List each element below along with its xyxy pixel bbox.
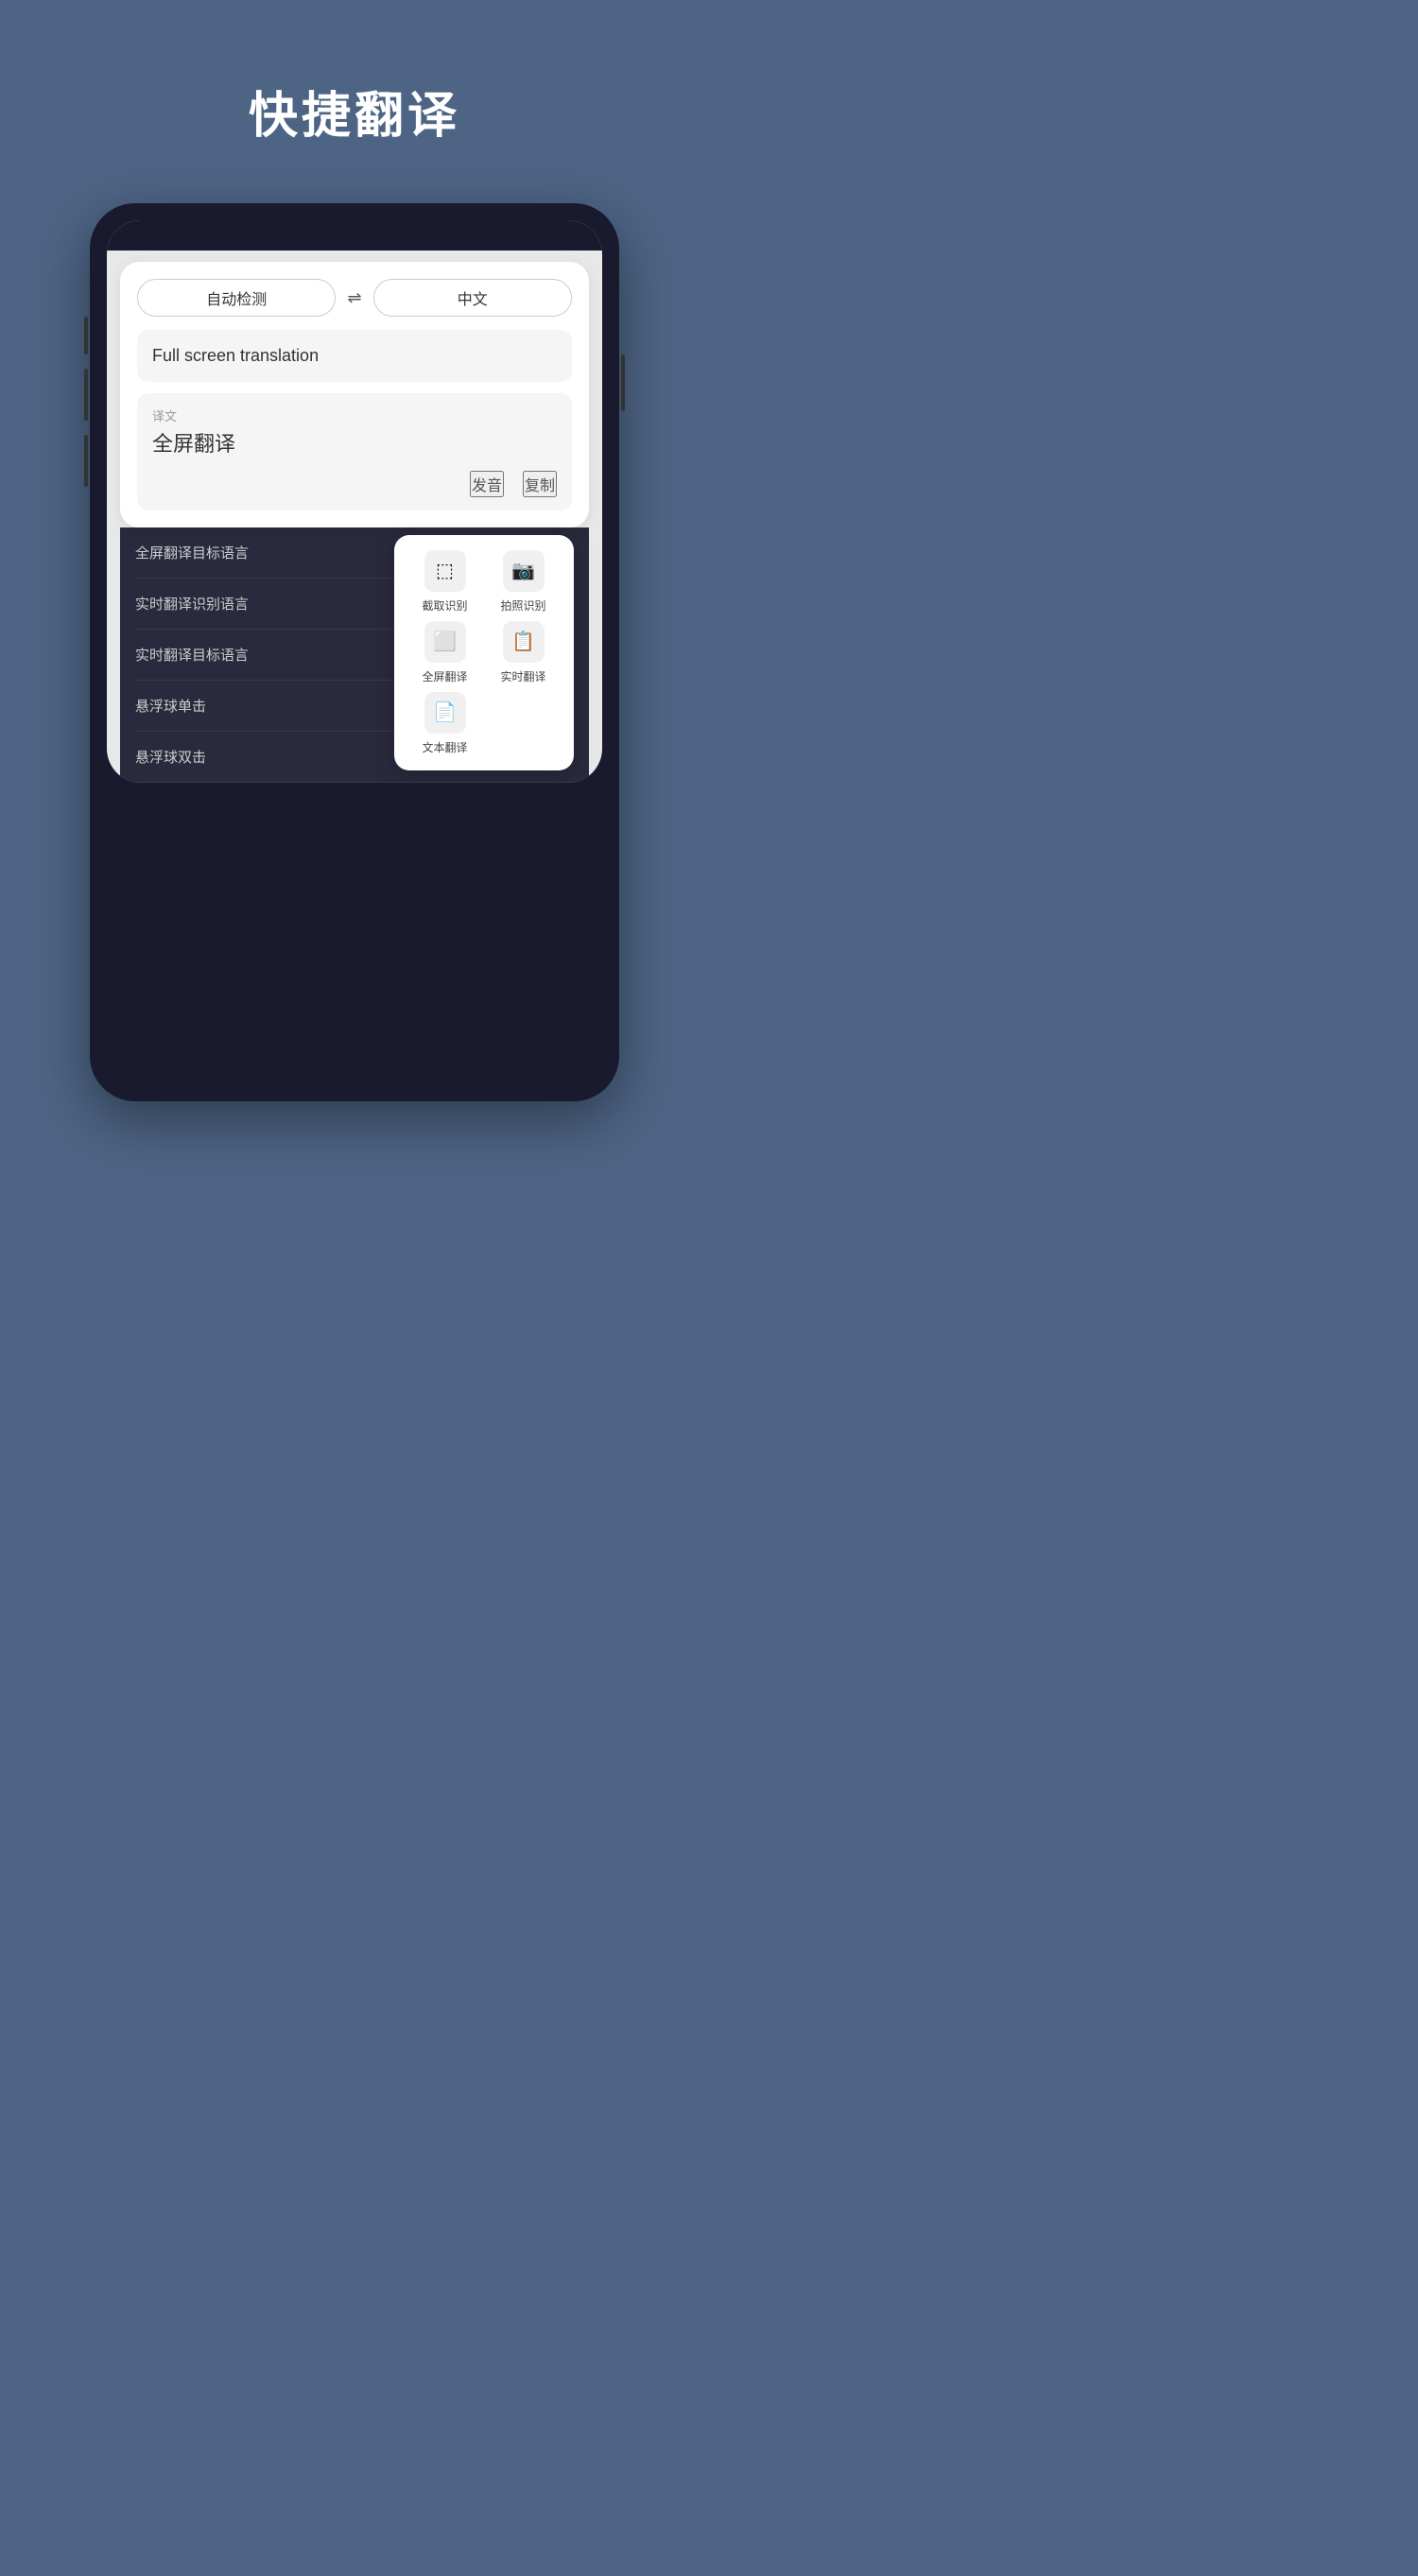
copy-button[interactable]: 复制 bbox=[523, 471, 557, 497]
setting-label-float-double: 悬浮球双击 bbox=[135, 747, 206, 767]
quick-action-crop-label: 截取识别 bbox=[422, 597, 467, 614]
result-box: 译文 全屏翻译 发音 复制 bbox=[137, 393, 572, 510]
pronounce-button[interactable]: 发音 bbox=[470, 471, 504, 497]
quick-action-fullscreen[interactable]: ⬜ 全屏翻译 bbox=[409, 621, 480, 684]
setting-label-float-single: 悬浮球单击 bbox=[135, 696, 206, 716]
quick-action-text[interactable]: 📄 文本翻译 bbox=[409, 692, 480, 755]
quick-action-camera-label: 拍照识别 bbox=[500, 597, 545, 614]
text-icon: 📄 bbox=[424, 692, 466, 734]
fullscreen-icon: ⬜ bbox=[424, 621, 466, 663]
notch-cutout bbox=[317, 227, 392, 244]
quick-action-camera[interactable]: 📷 拍照识别 bbox=[488, 550, 559, 614]
settings-area: 全屏翻译目标语言 中文 > 实时翻译识别语言 实时翻译目标语言 悬浮球单击 悬浮… bbox=[120, 527, 589, 783]
source-language-button[interactable]: 自动检测 bbox=[137, 279, 336, 317]
quick-actions-popup: ⬚ 截取识别 📷 拍照识别 ⬜ 全屏翻译 📋 实时翻译 📄 文本翻译 bbox=[394, 535, 574, 770]
quick-action-fullscreen-label: 全屏翻译 bbox=[422, 668, 467, 684]
page-title: 快捷翻译 bbox=[249, 76, 460, 147]
phone-left-button-3 bbox=[84, 435, 88, 487]
result-label: 译文 bbox=[152, 406, 557, 424]
phone-notch bbox=[107, 220, 602, 251]
result-text: 全屏翻译 bbox=[152, 430, 557, 459]
quick-action-text-label: 文本翻译 bbox=[422, 739, 467, 755]
input-box[interactable]: Full screen translation bbox=[137, 330, 572, 382]
quick-action-realtime-label: 实时翻译 bbox=[500, 668, 545, 684]
input-text: Full screen translation bbox=[152, 343, 557, 369]
quick-action-crop[interactable]: ⬚ 截取识别 bbox=[409, 550, 480, 614]
swap-languages-icon[interactable]: ⇌ bbox=[336, 288, 372, 308]
translation-card: 自动检测 ⇌ 中文 Full screen translation 译文 全屏翻… bbox=[120, 262, 589, 527]
setting-label-realtime-source: 实时翻译识别语言 bbox=[135, 594, 249, 614]
setting-label-fullscreen-target: 全屏翻译目标语言 bbox=[135, 543, 249, 562]
result-actions: 发音 复制 bbox=[152, 471, 557, 497]
realtime-icon: 📋 bbox=[503, 621, 545, 663]
phone-right-button bbox=[621, 354, 625, 411]
phone-left-button-2 bbox=[84, 369, 88, 421]
target-language-button[interactable]: 中文 bbox=[373, 279, 572, 317]
camera-icon: 📷 bbox=[503, 550, 545, 592]
language-row: 自动检测 ⇌ 中文 bbox=[137, 279, 572, 317]
quick-action-realtime[interactable]: 📋 实时翻译 bbox=[488, 621, 559, 684]
setting-label-realtime-target: 实时翻译目标语言 bbox=[135, 645, 249, 665]
phone-left-button-1 bbox=[84, 317, 88, 354]
phone-frame: 自动检测 ⇌ 中文 Full screen translation 译文 全屏翻… bbox=[90, 203, 619, 1101]
crop-icon: ⬚ bbox=[424, 550, 466, 592]
phone-screen: 自动检测 ⇌ 中文 Full screen translation 译文 全屏翻… bbox=[107, 220, 602, 783]
